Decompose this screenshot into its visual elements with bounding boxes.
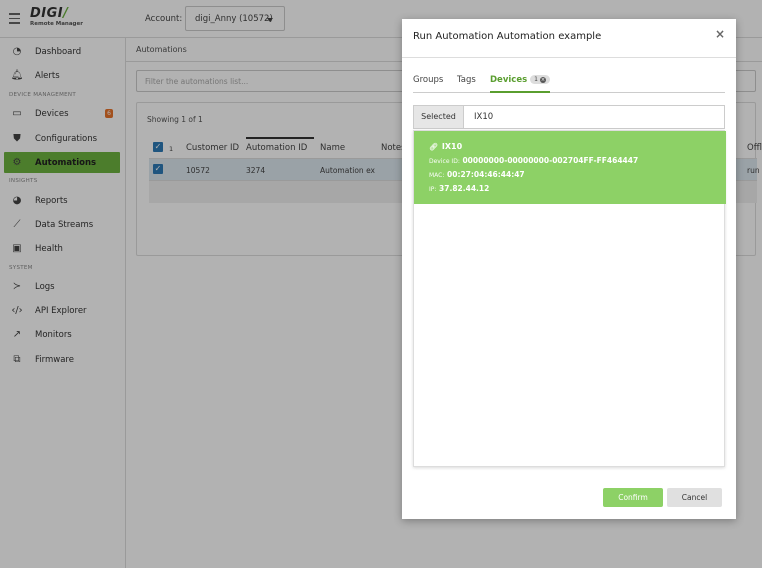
mac-line: MAC: 00:27:04:46:44:47	[429, 170, 525, 179]
tab-groups[interactable]: Groups	[413, 75, 443, 93]
tab-tags[interactable]: Tags	[457, 75, 476, 93]
device-search-input[interactable]: IX10	[474, 112, 493, 122]
close-icon[interactable]: ×	[715, 27, 725, 41]
device-results-list: 🔗︎ IX10 Device ID: 00000000-00000000-0027…	[413, 130, 726, 467]
device-id-line: Device ID: 00000000-00000000-002704FF-FF…	[429, 156, 638, 165]
device-name: 🔗︎ IX10	[429, 142, 462, 151]
device-card[interactable]: 🔗︎ IX10 Device ID: 00000000-00000000-0027…	[414, 131, 726, 204]
tab-label: Devices	[490, 75, 528, 85]
target-tabs: Groups Tags Devices 1 ×	[413, 75, 725, 93]
ip-value: 37.82.44.12	[439, 184, 490, 193]
devices-count-badge[interactable]: 1 ×	[530, 75, 550, 84]
device-id-value: 00000000-00000000-002704FF-FF464447	[462, 156, 639, 165]
mac-value: 00:27:04:46:44:47	[447, 170, 525, 179]
ip-line: IP: 37.82.44.12	[429, 184, 489, 193]
divider	[402, 57, 736, 58]
ip-label: IP:	[429, 186, 437, 193]
count-value: 1	[534, 76, 538, 83]
dialog-title: Run Automation Automation example	[413, 31, 602, 42]
tab-devices[interactable]: Devices 1 ×	[490, 75, 550, 93]
confirm-button[interactable]: Confirm	[603, 488, 663, 507]
mac-label: MAC:	[429, 172, 445, 179]
link-icon: 🔗︎	[429, 143, 438, 151]
run-automation-dialog: Run Automation Automation example × Grou…	[402, 19, 736, 519]
device-search-bar: Selected IX10	[413, 105, 725, 129]
selected-toggle-button[interactable]: Selected	[414, 106, 464, 128]
cancel-button[interactable]: Cancel	[667, 488, 722, 507]
device-id-label: Device ID:	[429, 158, 460, 165]
device-name-text: IX10	[441, 142, 463, 151]
clear-icon[interactable]: ×	[539, 77, 546, 83]
